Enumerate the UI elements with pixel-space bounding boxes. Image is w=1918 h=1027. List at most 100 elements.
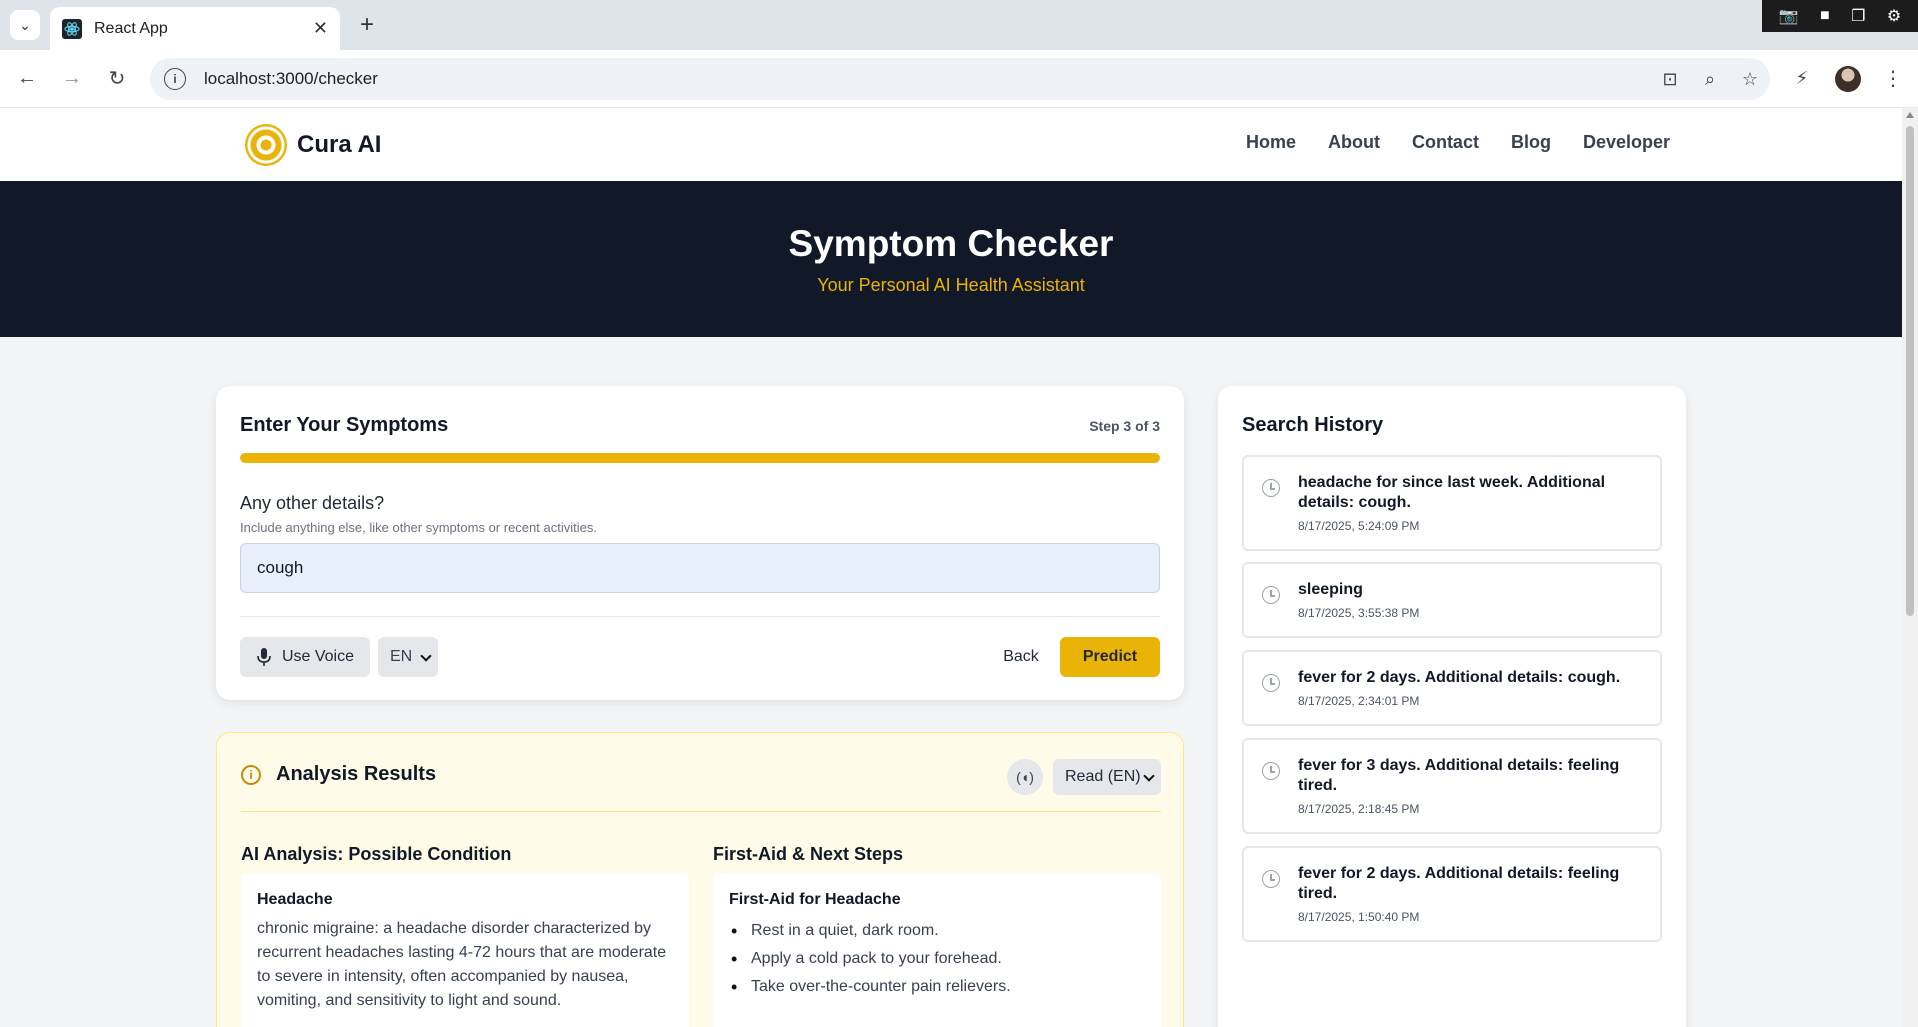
app-viewport: Cura AI Home About Contact Blog Develope… xyxy=(0,108,1902,1027)
clock-icon xyxy=(1262,674,1280,692)
results-header: i Analysis Results xyxy=(241,763,436,786)
scrollbar-thumb[interactable] xyxy=(1906,126,1914,616)
site-info-icon[interactable]: i xyxy=(164,68,186,90)
use-voice-label: Use Voice xyxy=(281,648,355,665)
tab-search-chevron-icon[interactable]: ⌄ xyxy=(10,10,40,40)
history-title: Search History xyxy=(1242,414,1384,436)
history-item[interactable]: fever for 3 days. Additional details: fe… xyxy=(1242,738,1662,834)
microphone-icon xyxy=(257,648,271,666)
condition-box: Headache chronic migraine: a headache di… xyxy=(241,873,689,1027)
camera-icon[interactable]: 📷 xyxy=(1779,6,1799,26)
progress-fill xyxy=(240,453,1160,463)
history-query: fever for 2 days. Additional details: co… xyxy=(1298,669,1621,686)
history-item[interactable]: fever for 2 days. Additional details: co… xyxy=(1242,650,1662,726)
page-subtitle: Your Personal AI Health Assistant xyxy=(817,275,1085,295)
browser-tab[interactable]: React App ✕ xyxy=(50,7,340,50)
history-time: 8/17/2025, 3:55:38 PM xyxy=(1298,606,1420,620)
nav-contact[interactable]: Contact xyxy=(1412,132,1479,153)
back-arrow-icon[interactable]: ← xyxy=(12,63,42,93)
chevron-down-icon xyxy=(420,650,432,662)
condition-description: chronic migraine: a headache disorder ch… xyxy=(257,920,667,1009)
settings-gear-icon[interactable]: ⚙ xyxy=(1887,6,1901,26)
history-item[interactable]: fever for 2 days. Additional details: fe… xyxy=(1242,846,1662,942)
first-aid-list: Rest in a quiet, dark room. Apply a cold… xyxy=(729,917,1145,1001)
form-title: Enter Your Symptoms xyxy=(240,414,449,436)
results-divider xyxy=(241,811,1161,812)
first-aid-title: First-Aid for Headache xyxy=(729,891,901,908)
hero-banner: Symptom Checker Your Personal AI Health … xyxy=(0,181,1902,337)
info-icon: i xyxy=(241,764,261,785)
history-item[interactable]: sleeping 8/17/2025, 3:55:38 PM xyxy=(1242,562,1662,638)
page-title: Symptom Checker xyxy=(788,223,1114,264)
read-language-select[interactable]: Read (EN) xyxy=(1053,759,1161,795)
browser-menu-icon[interactable]: ⋮ xyxy=(1878,63,1908,93)
nav-blog[interactable]: Blog xyxy=(1511,132,1551,153)
first-aid-step: Apply a cold pack to your forehead. xyxy=(729,945,1145,973)
history-time: 8/17/2025, 1:50:40 PM xyxy=(1298,910,1420,924)
nav-links: Home About Contact Blog Developer xyxy=(1246,132,1670,153)
history-query: fever for 3 days. Additional details: fe… xyxy=(1298,757,1620,794)
condition-heading: AI Analysis: Possible Condition xyxy=(241,844,512,864)
brand[interactable]: Cura AI xyxy=(245,124,381,166)
read-option-value: Read (EN) xyxy=(1065,768,1141,785)
nav-developer[interactable]: Developer xyxy=(1583,132,1670,153)
new-tab-icon[interactable]: + xyxy=(352,10,382,40)
progress-bar xyxy=(240,453,1160,463)
extensions-icon[interactable]: ⚡ xyxy=(1787,63,1817,93)
question-label: Any other details? xyxy=(240,493,385,513)
first-aid-heading: First-Aid & Next Steps xyxy=(713,844,904,864)
cura-logo-icon xyxy=(245,124,287,166)
tab-title: React App xyxy=(94,19,168,37)
profile-avatar[interactable] xyxy=(1835,66,1861,92)
analysis-results-card: i Analysis Results (◖) Read (EN) AI Anal… xyxy=(216,732,1184,1027)
nav-about[interactable]: About xyxy=(1328,132,1380,153)
clock-icon xyxy=(1262,586,1280,604)
page-scrollbar[interactable] xyxy=(1902,108,1918,1027)
window-icon[interactable]: ❐ xyxy=(1851,6,1865,26)
history-query: fever for 2 days. Additional details: fe… xyxy=(1298,865,1620,902)
predict-button[interactable]: Predict xyxy=(1060,637,1160,677)
first-aid-box: First-Aid for Headache Rest in a quiet, … xyxy=(713,873,1161,1027)
react-logo-icon xyxy=(62,18,82,39)
search-history-card: Search History headache for since last w… xyxy=(1218,386,1686,1027)
reload-icon[interactable]: ↻ xyxy=(102,63,132,93)
question-hint: Include anything else, like other sympto… xyxy=(240,520,597,535)
nav-home[interactable]: Home xyxy=(1246,132,1296,153)
history-time: 8/17/2025, 5:24:09 PM xyxy=(1298,519,1420,533)
history-time: 8/17/2025, 2:34:01 PM xyxy=(1298,694,1420,708)
form-divider xyxy=(240,616,1160,617)
bookmark-star-icon[interactable]: ☆ xyxy=(1730,64,1770,94)
history-item[interactable]: headache for since last week. Additional… xyxy=(1242,455,1662,551)
use-voice-button[interactable]: Use Voice xyxy=(240,637,370,677)
history-time: 8/17/2025, 2:18:45 PM xyxy=(1298,802,1420,816)
chevron-down-icon xyxy=(1143,770,1155,782)
first-aid-step: Take over-the-counter pain relievers. xyxy=(729,973,1145,1001)
results-title: Analysis Results xyxy=(276,763,437,785)
install-app-icon[interactable]: ⊡ xyxy=(1650,64,1690,94)
video-icon[interactable]: ■ xyxy=(1820,7,1830,25)
brand-name: Cura AI xyxy=(297,131,382,158)
browser-tabstrip: ⌄ React App ✕ + 📷 ■ ❐ ⚙ xyxy=(0,0,1918,50)
language-value: EN xyxy=(390,648,413,665)
browser-toolbar: ← → ↻ i localhost:3000/checker ⊡ ⌕ ☆ ⚡ ⋮ xyxy=(0,50,1918,108)
scroll-up-arrow-icon[interactable] xyxy=(1906,112,1914,118)
system-tray: 📷 ■ ❐ ⚙ xyxy=(1762,0,1918,32)
condition-name: Headache xyxy=(257,891,333,908)
clock-icon xyxy=(1262,870,1280,888)
language-select[interactable]: EN xyxy=(378,637,438,677)
address-bar[interactable]: i localhost:3000/checker ⊡ ⌕ ☆ xyxy=(150,58,1770,100)
symptom-form-card: Enter Your Symptoms Step 3 of 3 Any othe… xyxy=(216,386,1184,700)
first-aid-step: Rest in a quiet, dark room. xyxy=(729,917,1145,945)
forward-arrow-icon[interactable]: → xyxy=(57,63,87,93)
url-text[interactable]: localhost:3000/checker xyxy=(204,69,1650,89)
close-tab-icon[interactable]: ✕ xyxy=(313,18,328,39)
details-input[interactable] xyxy=(240,543,1160,593)
zoom-icon[interactable]: ⌕ xyxy=(1690,64,1730,94)
back-button[interactable]: Back xyxy=(986,637,1056,677)
clock-icon xyxy=(1262,479,1280,497)
site-navbar: Cura AI Home About Contact Blog Develope… xyxy=(0,108,1902,181)
speaker-icon[interactable]: (◖) xyxy=(1007,759,1043,795)
history-query: headache for since last week. Additional… xyxy=(1298,474,1606,511)
history-query: sleeping xyxy=(1298,581,1363,598)
step-indicator: Step 3 of 3 xyxy=(1089,418,1160,434)
